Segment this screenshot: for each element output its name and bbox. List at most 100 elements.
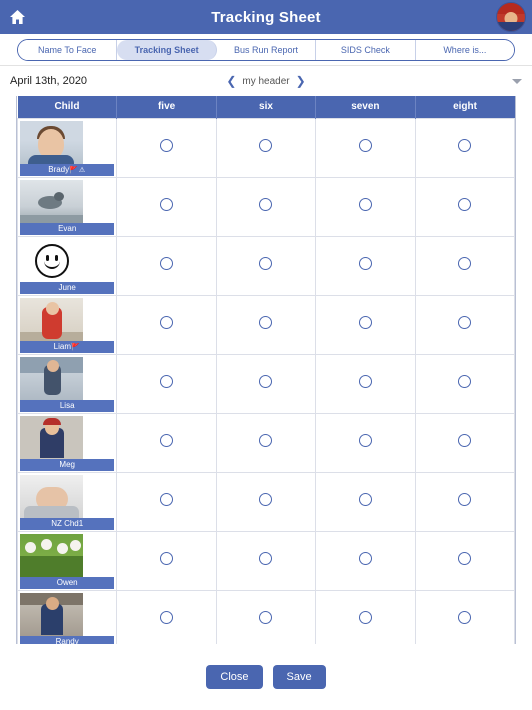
radio-button[interactable] [259, 315, 273, 329]
radio-button[interactable] [358, 433, 372, 447]
radio-button[interactable] [458, 610, 472, 624]
radio-button[interactable] [259, 374, 273, 388]
radio-button[interactable] [458, 492, 472, 506]
cell-seven[interactable] [315, 353, 416, 414]
cell-seven[interactable] [315, 530, 416, 591]
column-header-five: five [116, 96, 217, 118]
child-cell-liam[interactable]: Liam🚩 [17, 294, 118, 355]
child-cell-nz-chd1[interactable]: NZ Chd1 [17, 471, 118, 532]
cell-seven[interactable] [315, 235, 416, 296]
cell-five[interactable] [116, 530, 217, 591]
close-button[interactable]: Close [206, 665, 263, 689]
save-button[interactable]: Save [272, 665, 326, 689]
radio-button[interactable] [458, 197, 472, 211]
child-cell-june[interactable]: June [17, 235, 118, 296]
child-photo [20, 179, 83, 224]
cell-six[interactable] [215, 471, 317, 532]
table-row: Randy [17, 589, 515, 644]
child-cell-meg[interactable]: Meg [17, 412, 118, 473]
tab-bus-run-report[interactable]: Bus Run Report [216, 39, 317, 60]
cell-five[interactable] [116, 235, 217, 296]
child-cell-evan[interactable]: Evan [17, 176, 118, 237]
radio-button[interactable] [458, 374, 472, 388]
cell-eight[interactable] [414, 294, 515, 355]
radio-button[interactable] [160, 374, 174, 388]
radio-button[interactable] [259, 610, 273, 624]
cell-eight[interactable] [414, 412, 515, 473]
child-name: Evan [58, 223, 77, 233]
cell-six[interactable] [215, 530, 317, 591]
radio-button[interactable] [160, 610, 174, 624]
cell-five[interactable] [116, 294, 217, 355]
cell-five[interactable] [116, 353, 217, 414]
radio-button[interactable] [358, 138, 372, 152]
radio-button[interactable] [358, 551, 372, 565]
radio-button[interactable] [358, 610, 372, 624]
cell-five[interactable] [116, 471, 217, 532]
child-name: Meg [59, 459, 75, 469]
cell-eight[interactable] [414, 117, 515, 178]
radio-button[interactable] [358, 197, 372, 211]
radio-button[interactable] [259, 551, 273, 565]
radio-button[interactable] [259, 138, 273, 152]
cell-five[interactable] [116, 176, 217, 237]
radio-button[interactable] [160, 256, 174, 270]
cell-six[interactable] [215, 235, 317, 296]
radio-button[interactable] [358, 374, 372, 388]
tab-sids-check[interactable]: SIDS Check [316, 39, 416, 60]
child-cell-owen[interactable]: Owen [17, 530, 118, 591]
radio-button[interactable] [160, 551, 174, 565]
cell-seven[interactable] [315, 176, 416, 237]
tab-tracking-sheet[interactable]: Tracking Sheet [117, 39, 217, 60]
radio-button[interactable] [358, 315, 372, 329]
table-row: NZ Chd1 [17, 471, 515, 532]
radio-button[interactable] [259, 433, 273, 447]
cell-five[interactable] [116, 589, 217, 644]
cell-eight[interactable] [414, 353, 515, 414]
radio-button[interactable] [458, 138, 472, 152]
radio-button[interactable] [160, 315, 174, 329]
cell-six[interactable] [215, 589, 317, 644]
cell-five[interactable] [116, 412, 217, 473]
cell-six[interactable] [215, 412, 317, 473]
chevron-left-icon[interactable]: ❮ [226, 75, 236, 87]
cell-eight[interactable] [414, 589, 515, 644]
cell-seven[interactable] [315, 117, 416, 178]
radio-button[interactable] [160, 197, 174, 211]
radio-button[interactable] [259, 492, 273, 506]
cell-seven[interactable] [315, 589, 416, 644]
radio-button[interactable] [358, 492, 372, 506]
cell-eight[interactable] [414, 530, 515, 591]
cell-seven[interactable] [315, 471, 416, 532]
avatar[interactable] [496, 2, 526, 32]
radio-button[interactable] [160, 138, 174, 152]
radio-button[interactable] [259, 197, 273, 211]
radio-button[interactable] [160, 433, 174, 447]
tab-name-to-face[interactable]: Name To Face [18, 39, 118, 60]
cell-eight[interactable] [414, 235, 515, 296]
radio-button[interactable] [458, 433, 472, 447]
cell-five[interactable] [116, 117, 217, 178]
child-cell-brady[interactable]: Brady🚩⚠ [17, 117, 118, 178]
home-icon[interactable] [8, 8, 26, 26]
radio-button[interactable] [160, 492, 174, 506]
caret-down-icon[interactable] [512, 78, 522, 84]
radio-button[interactable] [458, 551, 472, 565]
cell-eight[interactable] [414, 176, 515, 237]
child-cell-lisa[interactable]: Lisa [17, 353, 118, 414]
cell-eight[interactable] [414, 471, 515, 532]
child-cell-randy[interactable]: Randy [17, 589, 118, 644]
cell-seven[interactable] [315, 294, 416, 355]
cell-six[interactable] [215, 117, 317, 178]
cell-six[interactable] [215, 353, 317, 414]
cell-six[interactable] [215, 294, 317, 355]
cell-six[interactable] [215, 176, 317, 237]
radio-button[interactable] [358, 256, 372, 270]
radio-button[interactable] [259, 256, 273, 270]
cell-seven[interactable] [315, 412, 416, 473]
radio-button[interactable] [458, 256, 472, 270]
table-header-row: Child five six seven eight [17, 96, 515, 118]
chevron-right-icon[interactable]: ❯ [296, 75, 306, 87]
radio-button[interactable] [458, 315, 472, 329]
tab-where-is[interactable]: Where is... [415, 39, 514, 60]
